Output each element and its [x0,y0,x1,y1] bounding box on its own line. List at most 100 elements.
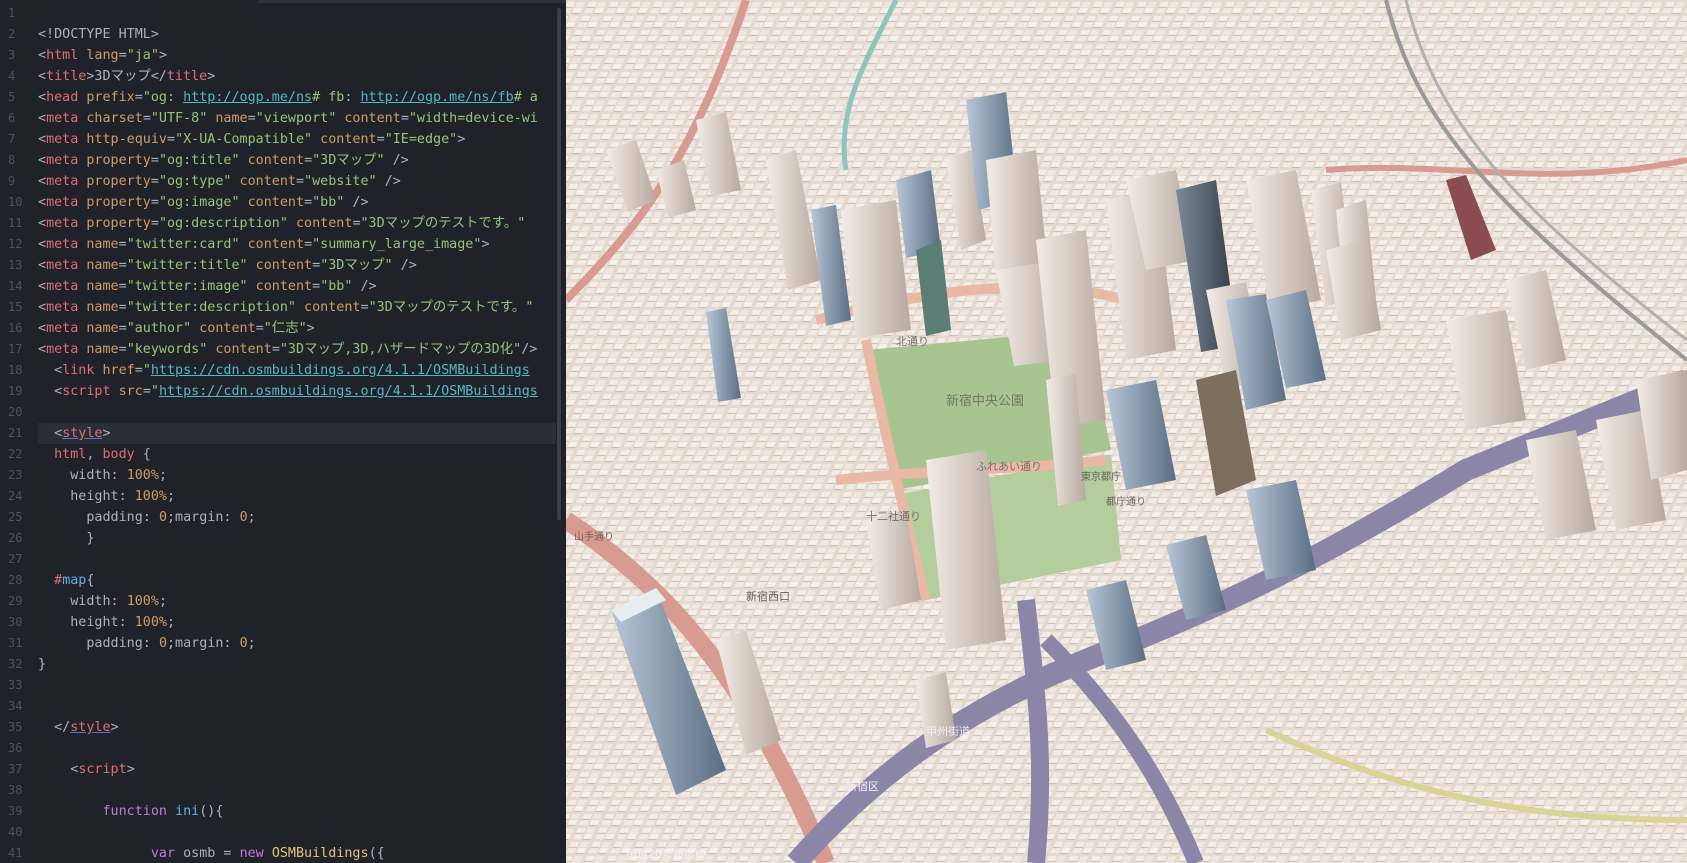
code-line-19: <script src="https://cdn.osmbuildings.or… [38,381,556,402]
tok: > [306,321,315,336]
tok: < [38,153,47,168]
str: "twitter:image" [126,279,248,294]
label-fureai: ふれあい通り [976,460,1042,473]
tag-meta: meta [46,321,79,336]
line-number: 41 [8,846,23,860]
tok: > [126,762,135,777]
tok: = [150,174,159,189]
url-link[interactable]: https://cdn.osmbuildings.org/4.1.1/OSMBu… [151,363,530,378]
tok: < [38,195,47,210]
code-line-8: <meta property="og:title" content="3Dマップ… [38,150,556,171]
attr: content [336,111,401,126]
tag-meta: meta [46,195,79,210]
num: 0 [158,510,167,525]
map-3d-view[interactable]: 新宿中央公園 北通り 十二社通り ふれあい通り 東京都庁 都庁通り 新宿区 甲州… [566,0,1687,863]
tag-script: script [78,762,127,777]
tok: = [118,237,127,252]
str: "og:image" [158,195,240,210]
line-number: 9 [8,174,16,188]
code-line-14: <meta name="twitter:image" content="bb" … [38,276,556,297]
tok [264,846,272,861]
code-line-15: <meta name="twitter:description" content… [38,297,556,318]
editor-scrollbar[interactable] [557,8,561,520]
str: "width=device-wi [408,111,538,126]
str: " [142,363,151,378]
code-area[interactable]: <!DOCTYPE HTML> <html lang="ja"> <title>… [38,3,556,863]
label-koshu: 甲州街道 [926,724,970,738]
line-number: 34 [8,699,23,713]
tag-meta: meta [46,237,79,252]
str: # fb: [312,90,361,105]
num: 100% [126,594,159,609]
line-number: 35 [8,720,23,734]
code-editor[interactable]: 1 2 3 4 5 6 7 8 9 10 11 12 13 14 15 16 17 18 19 20 21 22 23 24 2… [0,0,566,863]
tok [167,804,175,819]
tok: (){ [199,804,224,819]
line-number: 3 [8,48,16,62]
code-line-26: } [38,528,556,549]
attr: content [239,195,305,210]
line-number: 14 [8,279,23,293]
brace: } [38,531,95,546]
attr: content [207,342,272,357]
title-text: >3Dマップ</ [86,69,167,84]
tok: < [38,90,47,105]
attr: name [78,300,119,315]
tok: = [352,216,361,231]
line-number: 26 [8,531,23,545]
keyword-var: var [150,846,176,861]
tok: < [38,321,47,336]
map-canvas[interactable]: 新宿中央公園 北通り 十二社通り ふれあい通り 東京都庁 都庁通り 新宿区 甲州… [566,0,1687,863]
str: "X-UA-Compatible" [175,132,313,147]
tok: = [360,300,369,315]
str: "3Dマップ" [320,258,393,273]
str: "IE=edge" [384,132,458,147]
tok: > [457,132,466,147]
tok: = [247,111,256,126]
tok: = [304,237,313,252]
code-line-4: <title>3Dマップ</title> [38,66,556,87]
line-number: 27 [8,552,23,566]
tok: ; [158,594,167,609]
label-shinjuku-ku: 新宿区 [846,779,879,793]
selector-body: body [102,447,135,462]
tok: < [38,237,47,252]
tok: osmb = [175,846,240,861]
tok: ; [247,510,256,525]
line-number: 31 [8,636,23,650]
code-line-37: <script> [38,759,556,780]
code-line-31: padding: 0;margin: 0; [38,633,556,654]
tok: > [481,237,490,252]
attr: property [78,153,151,168]
tok: = [118,258,127,273]
code-line-24: height: 100%; [38,486,556,507]
str: "twitter:description" [126,300,296,315]
tag-meta: meta [46,174,79,189]
str: "bb" [320,279,353,294]
selector-map: map [62,573,87,588]
tok: , [86,447,103,462]
line-number: 8 [8,153,16,167]
tok: > [207,69,216,84]
url-link[interactable]: http://ogp.me/ns/fb [361,90,514,105]
tag-script: script [62,384,111,399]
tok: ; [167,615,176,630]
url-link[interactable]: http://ogp.me/ns [183,90,312,105]
line-number: 19 [8,384,23,398]
str: "bb" [312,195,345,210]
tag-title: title [46,69,87,84]
code-line-39: function ini(){ [38,801,556,822]
tok: { [86,573,95,588]
tag-meta: meta [46,132,79,147]
url-link[interactable]: https://cdn.osmbuildings.org/4.1.1/OSMBu… [159,384,538,399]
line-number: 5 [8,90,16,104]
tag-meta: meta [46,342,79,357]
code-line-23: width: 100%; [38,465,556,486]
